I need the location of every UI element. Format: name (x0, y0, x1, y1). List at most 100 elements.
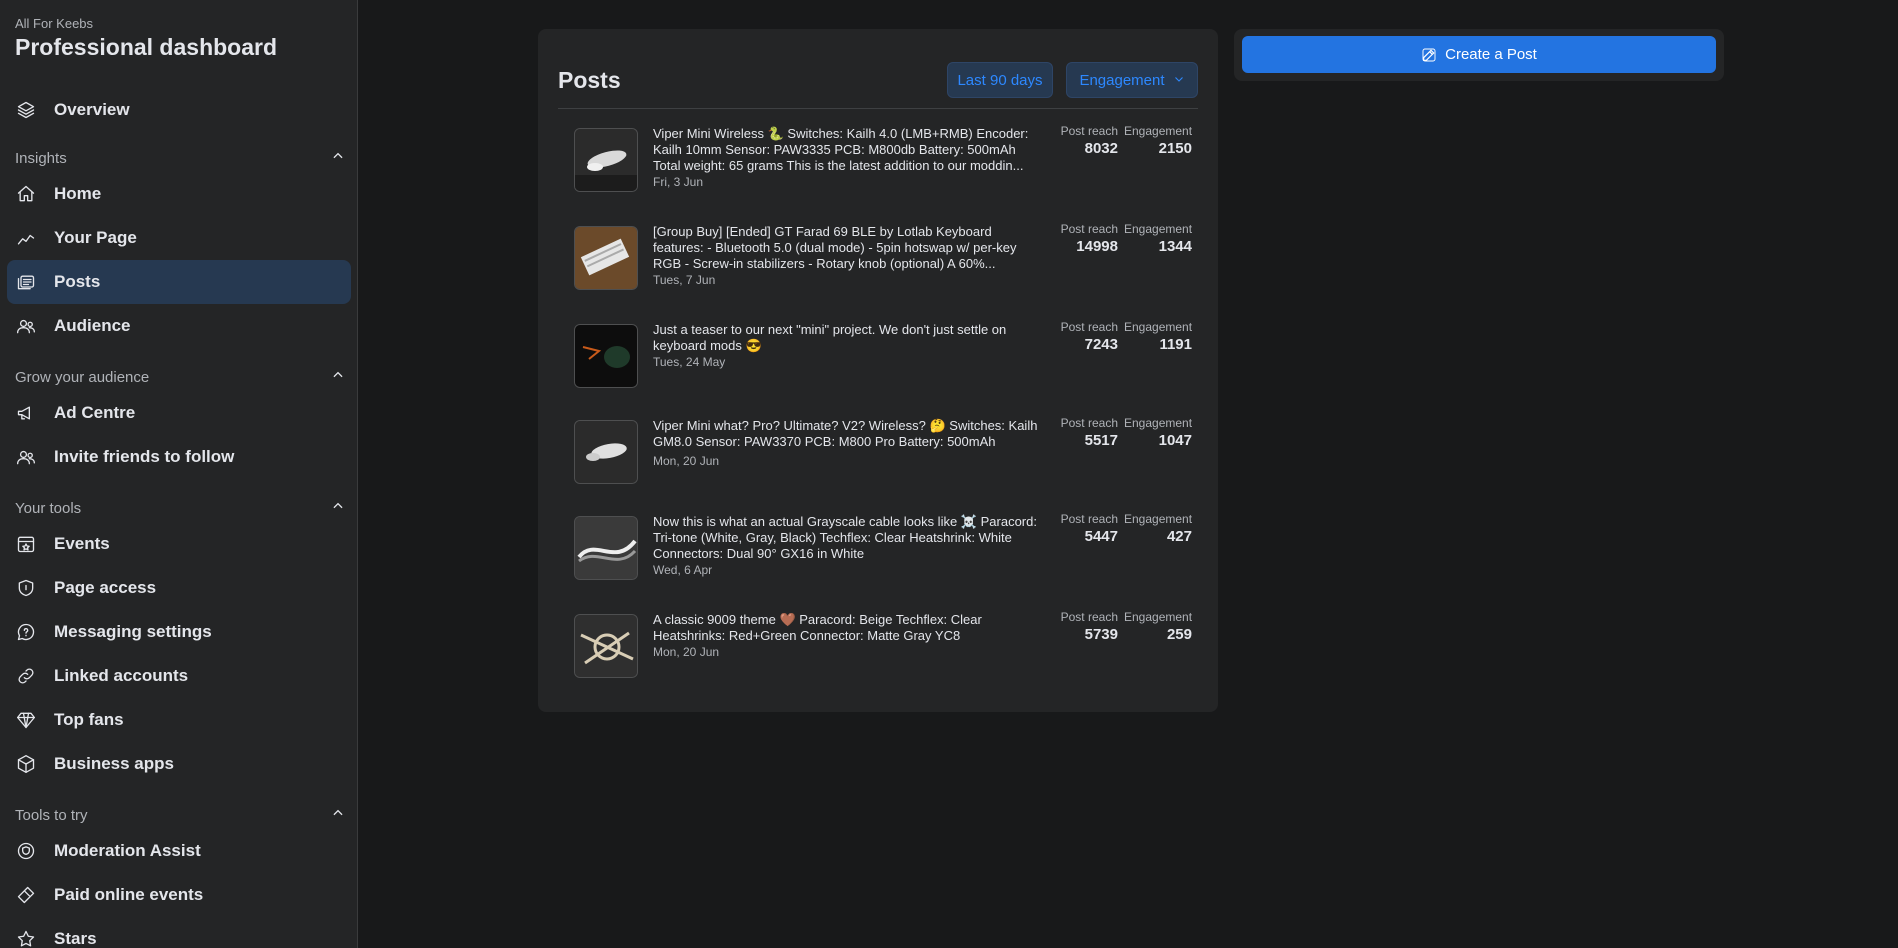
sidebar-item-messaging[interactable]: Messaging settings (7, 610, 351, 654)
diamond-icon (15, 709, 37, 731)
post-thumbnail[interactable] (574, 614, 638, 678)
chat-question-icon (15, 621, 37, 643)
sidebar-item-label: Moderation Assist (54, 841, 201, 860)
chevron-up-icon[interactable] (331, 368, 345, 387)
sidebar-item-stars[interactable]: Stars (7, 917, 351, 948)
link-icon (15, 665, 37, 687)
post-thumbnail[interactable] (574, 420, 638, 484)
engagement-value: 427 (1166, 528, 1192, 545)
post-reach-value: 7243 (1084, 336, 1118, 353)
sidebar-item-audience[interactable]: Audience (7, 304, 351, 348)
date-range-button[interactable]: Last 90 days (947, 62, 1053, 98)
sidebar-item-events[interactable]: Events (7, 522, 351, 566)
sort-metric-dropdown[interactable]: Engagement (1066, 62, 1198, 98)
sidebar-item-label: Page access (54, 578, 157, 597)
sidebar-item-label: Your Page (54, 228, 137, 247)
post-date: Mon, 20 Jun (653, 645, 720, 659)
engagement-metric: Engagement 1047 (1124, 416, 1192, 450)
ticket-icon (15, 884, 37, 906)
sidebar-item-moderation-assist[interactable]: Moderation Assist (7, 829, 351, 873)
sidebar-item-label: Top fans (54, 710, 124, 729)
post-reach-value: 8032 (1084, 140, 1118, 157)
section-title: Your tools (15, 499, 82, 517)
section-tools-to-try[interactable]: Tools to try (15, 803, 345, 827)
engagement-label: Engagement (1124, 610, 1193, 624)
section-title: Tools to try (15, 806, 88, 824)
sidebar-item-page-access[interactable]: Page access (7, 566, 351, 610)
sidebar-item-overview[interactable]: Overview (7, 88, 351, 132)
section-grow[interactable]: Grow your audience (15, 365, 345, 389)
trend-line-icon (15, 227, 37, 249)
box-icon (15, 753, 37, 775)
post-text[interactable]: Just a teaser to our next "mini" project… (653, 322, 1038, 354)
sidebar-item-label: Overview (54, 100, 130, 119)
engagement-label: Engagement (1124, 124, 1193, 138)
people-icon (15, 446, 37, 468)
post-text[interactable]: Viper Mini Wireless 🐍 Switches: Kailh 4.… (653, 126, 1038, 174)
sidebar-item-label: Stars (54, 929, 97, 948)
chevron-up-icon[interactable] (331, 149, 345, 168)
sidebar-item-invite[interactable]: Invite friends to follow (7, 435, 351, 479)
engagement-label: Engagement (1124, 416, 1193, 430)
engagement-value: 2150 (1158, 140, 1192, 157)
post-reach-metric: Post reach 5739 (1052, 610, 1118, 644)
post-row[interactable]: [Group Buy] [Ended] GT Farad 69 BLE by L… (574, 222, 1192, 294)
post-row[interactable]: A classic 9009 theme 🤎 Paracord: Beige T… (574, 610, 1192, 682)
edit-icon (1422, 48, 1436, 61)
star-icon (15, 928, 37, 948)
post-date: Tues, 7 Jun (653, 273, 716, 287)
post-reach-metric: Post reach 14998 (1052, 222, 1118, 256)
post-text[interactable]: [Group Buy] [Ended] GT Farad 69 BLE by L… (653, 224, 1038, 272)
posts-title: Posts (558, 67, 621, 93)
shield-icon (15, 577, 37, 599)
section-insights[interactable]: Insights (15, 146, 345, 170)
post-reach-label: Post reach (1060, 222, 1118, 236)
moderation-shield-icon (15, 840, 37, 862)
post-thumbnail[interactable] (574, 324, 638, 388)
chevron-down-icon (1165, 72, 1185, 89)
post-reach-label: Post reach (1060, 512, 1118, 526)
sidebar-item-paid-online-events[interactable]: Paid online events (7, 873, 351, 917)
post-reach-value: 14998 (1076, 238, 1118, 255)
sidebar-item-label: Home (54, 184, 102, 203)
sidebar-item-top-fans[interactable]: Top fans (7, 698, 351, 742)
chevron-up-icon[interactable] (331, 806, 345, 825)
post-date: Fri, 3 Jun (653, 175, 704, 189)
sidebar-item-label: Ad Centre (54, 403, 136, 422)
post-text[interactable]: A classic 9009 theme 🤎 Paracord: Beige T… (653, 612, 1038, 644)
post-reach-label: Post reach (1060, 610, 1118, 624)
sidebar-item-business-apps[interactable]: Business apps (7, 742, 351, 786)
sidebar-item-ad-centre[interactable]: Ad Centre (7, 391, 351, 435)
layers-icon (15, 99, 37, 121)
calendar-star-icon (15, 533, 37, 555)
engagement-metric: Engagement 2150 (1124, 124, 1192, 158)
engagement-metric: Engagement 259 (1124, 610, 1192, 644)
post-reach-metric: Post reach 5447 (1052, 512, 1118, 546)
post-text[interactable]: Now this is what an actual Grayscale cab… (653, 514, 1038, 562)
post-row[interactable]: Viper Mini what? Pro? Ultimate? V2? Wire… (574, 416, 1192, 488)
post-reach-value: 5517 (1084, 432, 1118, 449)
post-row[interactable]: Just a teaser to our next "mini" project… (574, 320, 1193, 392)
sidebar-item-label: Events (54, 534, 110, 553)
post-row[interactable]: Viper Mini Wireless 🐍 Switches: Kailh 4.… (574, 124, 1192, 196)
posts-card: Posts Last 90 days Engagement Viper Mini… (538, 29, 1218, 712)
sidebar-item-posts[interactable]: Posts (7, 260, 351, 304)
sidebar-item-your-page[interactable]: Your Page (7, 216, 351, 260)
post-thumbnail[interactable] (574, 128, 638, 192)
post-reach-label: Post reach (1060, 124, 1118, 138)
sidebar-item-home[interactable]: Home (7, 172, 351, 216)
sidebar-item-linked-accounts[interactable]: Linked accounts (7, 654, 351, 698)
create-post-button[interactable]: Create a Post (1242, 36, 1716, 73)
engagement-label: Engagement (1124, 320, 1193, 334)
post-row[interactable]: Now this is what an actual Grayscale cab… (574, 512, 1192, 584)
date-range-label: Last 90 days (957, 71, 1043, 89)
sidebar-item-label: Paid online events (54, 885, 204, 904)
chevron-up-icon[interactable] (331, 499, 345, 518)
post-thumbnail[interactable] (574, 516, 638, 580)
post-thumbnail[interactable] (574, 226, 638, 290)
section-title: Insights (15, 149, 67, 167)
page-name[interactable]: All For Keebs (15, 16, 93, 31)
post-reach-metric: Post reach 5517 (1052, 416, 1118, 450)
post-text[interactable]: Viper Mini what? Pro? Ultimate? V2? Wire… (653, 418, 1038, 450)
section-tools[interactable]: Your tools (15, 496, 345, 520)
